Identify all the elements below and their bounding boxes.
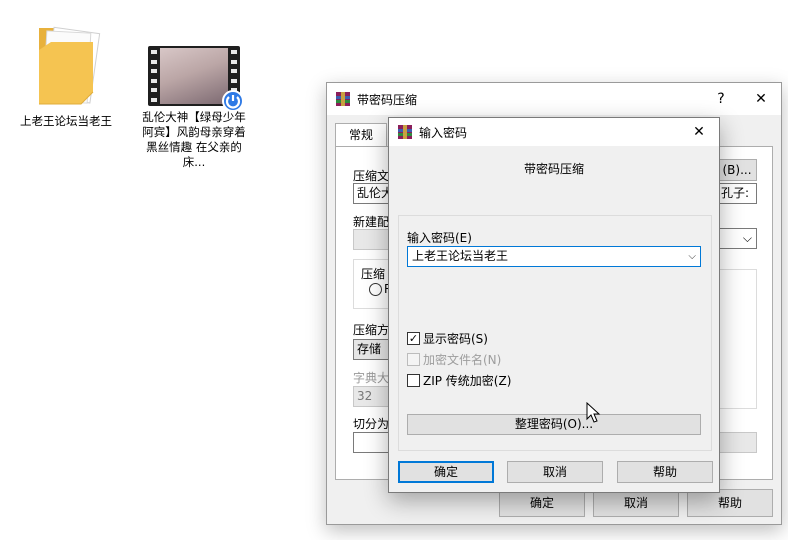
split-combo[interactable] <box>353 432 393 453</box>
dict-combo[interactable]: 32 <box>353 386 393 407</box>
archive-cancel-button[interactable]: 取消 <box>593 489 679 517</box>
method-combo[interactable]: 存储 <box>353 339 393 360</box>
encrypt-names-checkbox[interactable]: 加密文件名(N) <box>407 351 501 368</box>
film-strip-left <box>150 50 158 102</box>
password-label: 输入密码(E) <box>407 231 472 245</box>
checkbox-checked-icon: ✓ <box>407 332 420 345</box>
new-profile-label: 新建配 <box>353 215 390 229</box>
close-icon[interactable]: ✕ <box>741 83 781 115</box>
password-dialog-title: 输入密码 <box>419 125 468 140</box>
zip-legacy-checkbox[interactable]: ZIP 传统加密(Z) <box>407 372 511 389</box>
encrypt-names-label: 加密文件名(N) <box>423 353 502 367</box>
winrar-icon <box>397 124 413 140</box>
split-label: 切分为 <box>353 417 390 431</box>
tab-general[interactable]: 常规 <box>335 123 387 147</box>
winrar-icon <box>335 91 351 107</box>
browse-button[interactable]: (B)... <box>717 159 757 181</box>
password-value: 上老王论坛当老王 <box>412 249 509 263</box>
organize-passwords-button[interactable]: 整理密码(O)... <box>407 414 701 435</box>
profile-combo[interactable] <box>353 229 393 250</box>
show-password-label: 显示密码(S) <box>423 332 488 346</box>
help-title-button[interactable]: ? <box>701 83 741 115</box>
ok-button[interactable]: 确定 <box>398 461 494 483</box>
archive-help-button[interactable]: 帮助 <box>687 489 773 517</box>
desktop-folder-item[interactable]: 上老王论坛当老王 <box>18 20 114 129</box>
player-badge-icon <box>222 90 244 112</box>
dialog-heading: 带密码压缩 <box>523 162 584 176</box>
checkbox-empty-icon <box>407 353 420 366</box>
folder-label: 上老王论坛当老王 <box>20 114 112 128</box>
chevron-down-icon[interactable]: ⌵ <box>688 247 696 266</box>
show-password-checkbox[interactable]: ✓ 显示密码(S) <box>407 330 488 347</box>
radio-option[interactable] <box>369 283 382 296</box>
video-file-icon <box>148 46 244 112</box>
right-split-field[interactable] <box>717 432 757 453</box>
cancel-button[interactable]: 取消 <box>507 461 603 483</box>
close-icon[interactable]: ✕ <box>679 118 719 146</box>
archive-name-label: 压缩文 <box>353 169 390 183</box>
desktop-video-item[interactable]: 乱伦大神【绿母少年阿宾】风韵母亲穿着黑丝情趣 在父亲的床... <box>142 46 246 170</box>
archive-titlebar[interactable]: 带密码压缩 ? ✕ <box>327 83 781 115</box>
video-thumbnail <box>160 48 228 104</box>
help-button[interactable]: 帮助 <box>617 461 713 483</box>
password-titlebar[interactable]: 输入密码 ✕ <box>389 118 719 146</box>
archive-ok-button[interactable]: 确定 <box>499 489 585 517</box>
zip-legacy-label: ZIP 传统加密(Z) <box>423 374 512 388</box>
format-combo[interactable]: 孔子: <box>717 183 757 204</box>
archive-name-field[interactable]: 乱伦大 <box>353 183 393 204</box>
right-dropdown[interactable]: ⌵ <box>717 228 757 249</box>
dict-label: 字典大 <box>353 371 390 385</box>
method-label: 压缩方 <box>353 323 390 337</box>
password-input[interactable]: 上老王论坛当老王 ⌵ <box>407 246 701 267</box>
password-dialog: 输入密码 ✕ 带密码压缩 输入密码(E) 上老王论坛当老王 ⌵ ✓ 显示密码(S… <box>388 117 720 493</box>
checkbox-empty-icon <box>407 374 420 387</box>
compress-type-label: 压缩 <box>361 267 386 281</box>
archive-window-title: 带密码压缩 <box>357 92 418 107</box>
right-options-box <box>717 269 757 409</box>
video-label: 乱伦大神【绿母少年阿宾】风韵母亲穿着黑丝情趣 在父亲的床... <box>142 110 246 169</box>
mouse-cursor-icon <box>586 402 601 423</box>
folder-icon <box>39 26 101 105</box>
